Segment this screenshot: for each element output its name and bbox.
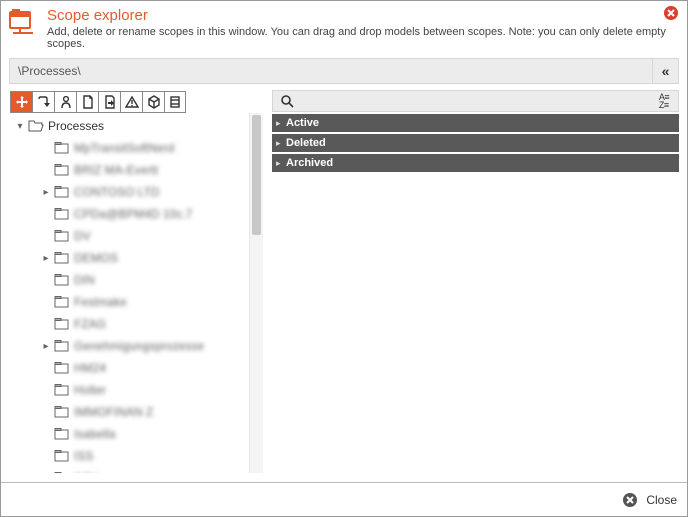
tree-scrollbar[interactable] (249, 113, 263, 473)
category-band[interactable]: ▸Archived (272, 154, 679, 172)
cube-icon[interactable] (142, 91, 164, 113)
tree-root[interactable]: ▾ Processes (10, 115, 249, 137)
folder-icon (54, 229, 70, 243)
folder-icon (54, 361, 70, 375)
tree-item-label: FZAG (74, 317, 106, 331)
expand-toggle[interactable]: ▸ (40, 187, 52, 198)
flow-icon[interactable] (32, 91, 54, 113)
header: Scope explorer Add, delete or rename sco… (1, 1, 687, 58)
folder-icon (54, 383, 70, 397)
folder-icon (54, 339, 70, 353)
chevron-right-icon: ▸ (276, 138, 286, 149)
layers-icon[interactable] (164, 91, 186, 113)
tree-item[interactable]: KAV (10, 467, 249, 473)
move-icon[interactable] (10, 91, 32, 113)
doc-arrow-icon[interactable] (98, 91, 120, 113)
warning-icon[interactable] (120, 91, 142, 113)
tree-item-label: DIN (74, 273, 95, 287)
type-toolbar (10, 91, 263, 113)
folder-icon (54, 141, 70, 155)
collapse-button[interactable]: « (653, 58, 679, 84)
tree-item-label: IMMOFINAN Z (74, 405, 153, 419)
folder-icon (54, 185, 70, 199)
right-toolbar: A≡Z≡ (272, 90, 679, 112)
tree-item-label: ISS (74, 449, 93, 463)
category-list: ▸Active▸Deleted▸Archived (272, 114, 679, 174)
tree-item[interactable]: ▸ Genehmigungsprozesse (10, 335, 249, 357)
tree-item-label: Holter (74, 383, 106, 397)
tree-item-label: MpTransitSoftNerd (74, 141, 174, 155)
header-subtitle: Add, delete or rename scopes in this win… (47, 26, 677, 50)
scrollbar-thumb[interactable] (252, 115, 261, 235)
folder-icon (54, 207, 70, 221)
tree-item[interactable]: ISS (10, 445, 249, 467)
right-panel: A≡Z≡ ▸Active▸Deleted▸Archived (272, 90, 679, 474)
category-band[interactable]: ▸Active (272, 114, 679, 132)
folder-icon (54, 317, 70, 331)
tree-item[interactable]: CPDa@BPM4D 10c.7 (10, 203, 249, 225)
chevron-right-icon: ▸ (276, 118, 286, 129)
main-split: ▾ Processes MpTransitSoftNerd BRIZ MA-Eve… (1, 90, 687, 482)
tree-item[interactable]: BRIZ MA-Evertt (10, 159, 249, 181)
folder-icon (54, 427, 70, 441)
tree-root-label: Processes (48, 119, 104, 133)
doc-icon[interactable] (76, 91, 98, 113)
chevron-right-icon: ▸ (276, 158, 286, 169)
tree-item[interactable]: FZAG (10, 313, 249, 335)
expand-toggle[interactable]: ▸ (40, 341, 52, 352)
tree-item[interactable]: Holter (10, 379, 249, 401)
tree-item[interactable]: ▸ DEMOS (10, 247, 249, 269)
scope-icon (9, 7, 39, 35)
expand-toggle[interactable]: ▾ (14, 121, 26, 132)
folder-icon (54, 449, 70, 463)
tree-item-label: DEMOS (74, 251, 118, 265)
category-label: Active (286, 117, 319, 129)
folder-icon (54, 471, 70, 473)
breadcrumb-input[interactable] (9, 58, 653, 84)
tree-item-label: Genehmigungsprozesse (74, 339, 204, 353)
header-title: Scope explorer (47, 7, 677, 24)
tree-item[interactable]: Isabella (10, 423, 249, 445)
category-label: Archived (286, 157, 333, 169)
folder-icon (54, 273, 70, 287)
tree-item[interactable]: DIN (10, 269, 249, 291)
folder-icon (54, 295, 70, 309)
category-band[interactable]: ▸Deleted (272, 134, 679, 152)
tree-item[interactable]: MpTransitSoftNerd (10, 137, 249, 159)
tree-item[interactable]: HM24 (10, 357, 249, 379)
folder-icon (54, 405, 70, 419)
close-button-icon[interactable] (622, 492, 638, 508)
left-panel: ▾ Processes MpTransitSoftNerd BRIZ MA-Eve… (9, 90, 264, 474)
tree-item-label: KAV (74, 471, 97, 473)
close-button[interactable]: Close (646, 493, 677, 507)
tree-item[interactable]: DV (10, 225, 249, 247)
tree-item-label: Isabella (74, 427, 115, 441)
folder-open-icon (28, 119, 44, 133)
breadcrumb-row: « (1, 58, 687, 84)
tree-item-label: CONTOSO LTD (74, 185, 160, 199)
person-icon[interactable] (54, 91, 76, 113)
footer: Close (1, 482, 687, 516)
scope-tree[interactable]: ▾ Processes MpTransitSoftNerd BRIZ MA-Eve… (10, 113, 249, 473)
folder-icon (54, 251, 70, 265)
tree-item[interactable]: ▸ CONTOSO LTD (10, 181, 249, 203)
tree-item-label: DV (74, 229, 91, 243)
tree-item[interactable]: Festmake (10, 291, 249, 313)
sort-icon[interactable]: A≡Z≡ (654, 92, 674, 110)
tree-item-label: CPDa@BPM4D 10c.7 (74, 207, 192, 221)
expand-toggle[interactable]: ▸ (40, 253, 52, 264)
close-icon[interactable] (663, 5, 679, 21)
tree-item-label: Festmake (74, 295, 127, 309)
tree-item-label: HM24 (74, 361, 106, 375)
category-label: Deleted (286, 137, 326, 149)
folder-icon (54, 163, 70, 177)
scope-explorer-window: Scope explorer Add, delete or rename sco… (0, 0, 688, 517)
tree-item-label: BRIZ MA-Evertt (74, 163, 158, 177)
search-icon[interactable] (277, 92, 297, 110)
tree-item[interactable]: IMMOFINAN Z (10, 401, 249, 423)
